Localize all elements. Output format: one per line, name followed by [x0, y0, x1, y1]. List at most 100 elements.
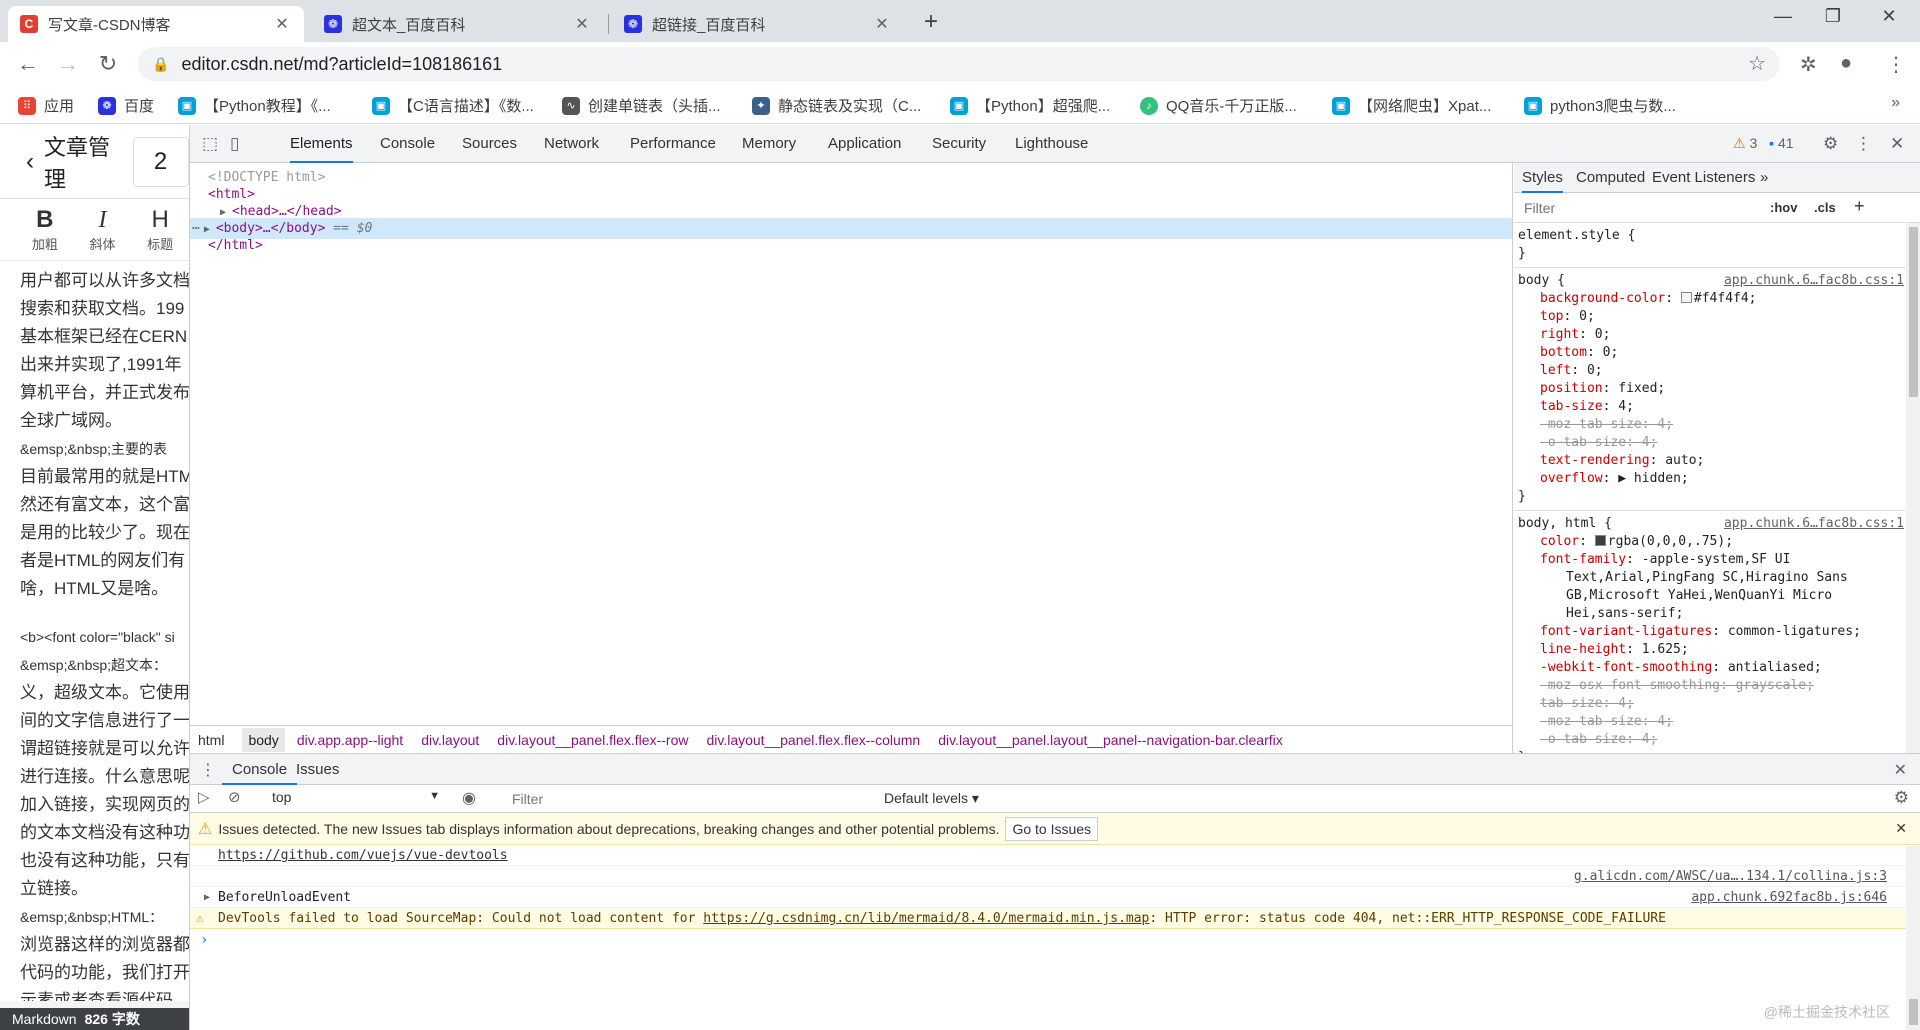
declaration-continuation[interactable]: Hei,sans-serif;: [1518, 605, 1906, 623]
property-name[interactable]: tab-size: [1540, 399, 1603, 414]
lock-icon[interactable]: 🔒: [152, 56, 169, 73]
property-value[interactable]: 4;: [1642, 732, 1658, 747]
property-name[interactable]: -webkit-font-smoothing: [1540, 660, 1712, 675]
style-declaration[interactable]: line-height: 1.625;: [1518, 641, 1906, 659]
editor-line[interactable]: 用户都可以从许多文档: [20, 267, 189, 295]
browser-tab-csdn[interactable]: C 写文章-CSDN博客 ✕: [8, 6, 304, 42]
property-value[interactable]: 0;: [1595, 327, 1611, 342]
styles-filter-input[interactable]: [1518, 196, 1758, 220]
style-declaration[interactable]: top: 0;: [1518, 308, 1906, 326]
style-declaration[interactable]: -moz-tab-size: 4;: [1518, 713, 1906, 731]
breadcrumb-panel-column[interactable]: div.layout__panel.flex.flex--column: [706, 732, 920, 748]
forward-button[interactable]: →: [54, 50, 82, 78]
vue-devtools-link[interactable]: https://github.com/vuejs/vue-devtools: [218, 848, 508, 863]
editor-line[interactable]: 啥，HTML又是啥。: [20, 575, 189, 603]
computed-tab[interactable]: Computed: [1576, 163, 1645, 193]
inspect-element-icon[interactable]: ⬚: [202, 134, 218, 154]
property-name[interactable]: font-variant-ligatures: [1540, 624, 1712, 639]
editor-line[interactable]: &emsp;&nbsp;超文本：: [20, 651, 189, 679]
editor-line[interactable]: 进行连接。什么意思呢: [20, 763, 189, 791]
property-name[interactable]: background-color: [1540, 291, 1665, 306]
property-value[interactable]: 4;: [1657, 714, 1673, 729]
style-declaration[interactable]: bottom: 0;: [1518, 344, 1906, 362]
style-declaration[interactable]: right: 0;: [1518, 326, 1906, 344]
editor-line[interactable]: &emsp;&nbsp;主要的表: [20, 435, 189, 463]
editor-line[interactable]: 全球广域网。: [20, 407, 189, 435]
property-name[interactable]: -moz-tab-size: [1540, 417, 1642, 432]
sourcemap-link[interactable]: https://g.csdnimg.cn/lib/mermaid/8.4.0/m…: [703, 911, 1149, 926]
class-toggle[interactable]: .cls: [1814, 200, 1836, 215]
back-button[interactable]: ←: [14, 50, 42, 78]
devtools-tab-application[interactable]: Application: [828, 125, 901, 163]
new-rule-plus-icon[interactable]: +: [1854, 196, 1865, 217]
declaration-continuation[interactable]: GB,Microsoft YaHei,WenQuanYi Micro: [1518, 587, 1906, 605]
property-value[interactable]: 0;: [1579, 309, 1595, 324]
editor-line[interactable]: 谓超链接就是可以允许: [20, 735, 189, 763]
close-window-button[interactable]: ✕: [1866, 6, 1912, 27]
devtools-tab-security[interactable]: Security: [932, 125, 986, 163]
hover-state-toggle[interactable]: :hov: [1770, 200, 1797, 215]
property-name[interactable]: top: [1540, 309, 1563, 324]
close-tab-icon[interactable]: ✕: [872, 14, 892, 34]
property-value[interactable]: 4;: [1642, 435, 1658, 450]
devtools-tab-console[interactable]: Console: [380, 125, 435, 163]
bookmark-python-tutorial[interactable]: ▣ 【Python教程】《...: [178, 95, 331, 116]
editor-line[interactable]: 示素或者查看源代码: [20, 987, 189, 1001]
editor-line[interactable]: [20, 603, 189, 623]
property-value[interactable]: 4;: [1657, 417, 1673, 432]
property-name[interactable]: -moz-osx-font-smoothing: [1540, 678, 1720, 693]
property-value[interactable]: common-ligatures;: [1728, 624, 1861, 639]
property-value[interactable]: auto;: [1665, 453, 1704, 468]
new-tab-button[interactable]: +: [924, 8, 938, 36]
property-name[interactable]: color: [1540, 534, 1579, 549]
back-chevron-icon[interactable]: ‹: [26, 148, 34, 176]
breadcrumb-panel-row[interactable]: div.layout__panel.flex.flex--row: [497, 732, 688, 748]
address-bar[interactable]: 🔒 editor.csdn.net/md?articleId=108186161…: [138, 47, 1780, 81]
breadcrumb-body[interactable]: body: [242, 727, 285, 752]
drawer-tab-console[interactable]: Console: [222, 754, 298, 785]
device-toolbar-icon[interactable]: ▯: [230, 134, 239, 154]
editor-line[interactable]: 立链接。: [20, 875, 189, 903]
maximize-window-button[interactable]: ❐: [1810, 6, 1856, 27]
source-link-app-chunk[interactable]: app.chunk.692fac8b.js:646: [1691, 887, 1887, 908]
style-declaration[interactable]: overflow: ▶ hidden;: [1518, 470, 1906, 488]
live-expression-eye-icon[interactable]: ◉: [462, 788, 476, 808]
rule-source-link[interactable]: app.chunk.6…fac8b.css:1: [1724, 515, 1904, 533]
style-rule[interactable]: body, html {app.chunk.6…fac8b.css:1 color…: [1514, 511, 1906, 753]
style-declaration[interactable]: position: fixed;: [1518, 380, 1906, 398]
style-declaration[interactable]: tab-size: 4;: [1518, 398, 1906, 416]
property-value[interactable]: -apple-system,SF UI: [1642, 552, 1791, 567]
console-log-event[interactable]: ▶ BeforeUnloadEvent app.chunk.692fac8b.js:…: [190, 887, 1920, 908]
devtools-menu-icon[interactable]: ⋮: [1855, 134, 1872, 154]
sidebar-toggle-icon[interactable]: ▷: [198, 788, 210, 806]
property-name[interactable]: bottom: [1540, 345, 1587, 360]
breadcrumb-layout[interactable]: div.layout: [421, 732, 479, 748]
scrollbar-thumb[interactable]: [1909, 999, 1918, 1025]
editor-line[interactable]: 浏览器这样的浏览器都: [20, 931, 189, 959]
color-swatch-icon[interactable]: [1594, 535, 1606, 546]
property-name[interactable]: font-family: [1540, 552, 1626, 567]
bold-button[interactable]: B 加粗: [16, 199, 74, 260]
bookmark-static-list[interactable]: ✦ 静态链表及实现（C...: [752, 95, 921, 116]
editor-line[interactable]: 然还有富文本，这个富: [20, 491, 189, 519]
property-name[interactable]: tab-size: [1540, 696, 1603, 711]
drawer-menu-icon[interactable]: ⋮: [200, 760, 216, 780]
devtools-tab-lighthouse[interactable]: Lighthouse: [1015, 125, 1088, 163]
bookmark-baidu[interactable]: ❁ 百度: [98, 95, 154, 116]
property-name[interactable]: text-rendering: [1540, 453, 1650, 468]
style-declaration[interactable]: color: rgba(0,0,0,.75);: [1518, 533, 1906, 551]
settings-gear-icon[interactable]: ⚙: [1823, 134, 1838, 154]
minimize-window-button[interactable]: —: [1760, 6, 1806, 27]
devtools-tab-network[interactable]: Network: [544, 125, 599, 163]
profile-avatar-icon[interactable]: ●: [1840, 52, 1852, 75]
bookmark-c-language[interactable]: ▣ 【C语言描述】《数...: [372, 95, 534, 116]
dom-body-selected[interactable]: ⋯ ▶ <body>…</body> == $0: [190, 218, 1512, 239]
event-listeners-tab[interactable]: Event Listeners: [1652, 163, 1755, 193]
style-declaration[interactable]: -o-tab-size: 4;: [1518, 731, 1906, 749]
node-ellipsis-icon[interactable]: ⋯: [192, 221, 200, 236]
property-name[interactable]: left: [1540, 363, 1571, 378]
property-value[interactable]: 4;: [1618, 399, 1634, 414]
more-tabs-icon[interactable]: »: [1760, 163, 1768, 193]
editor-line[interactable]: 加入链接，实现网页的: [20, 791, 189, 819]
element-style-rule[interactable]: element.style { }: [1514, 223, 1906, 268]
